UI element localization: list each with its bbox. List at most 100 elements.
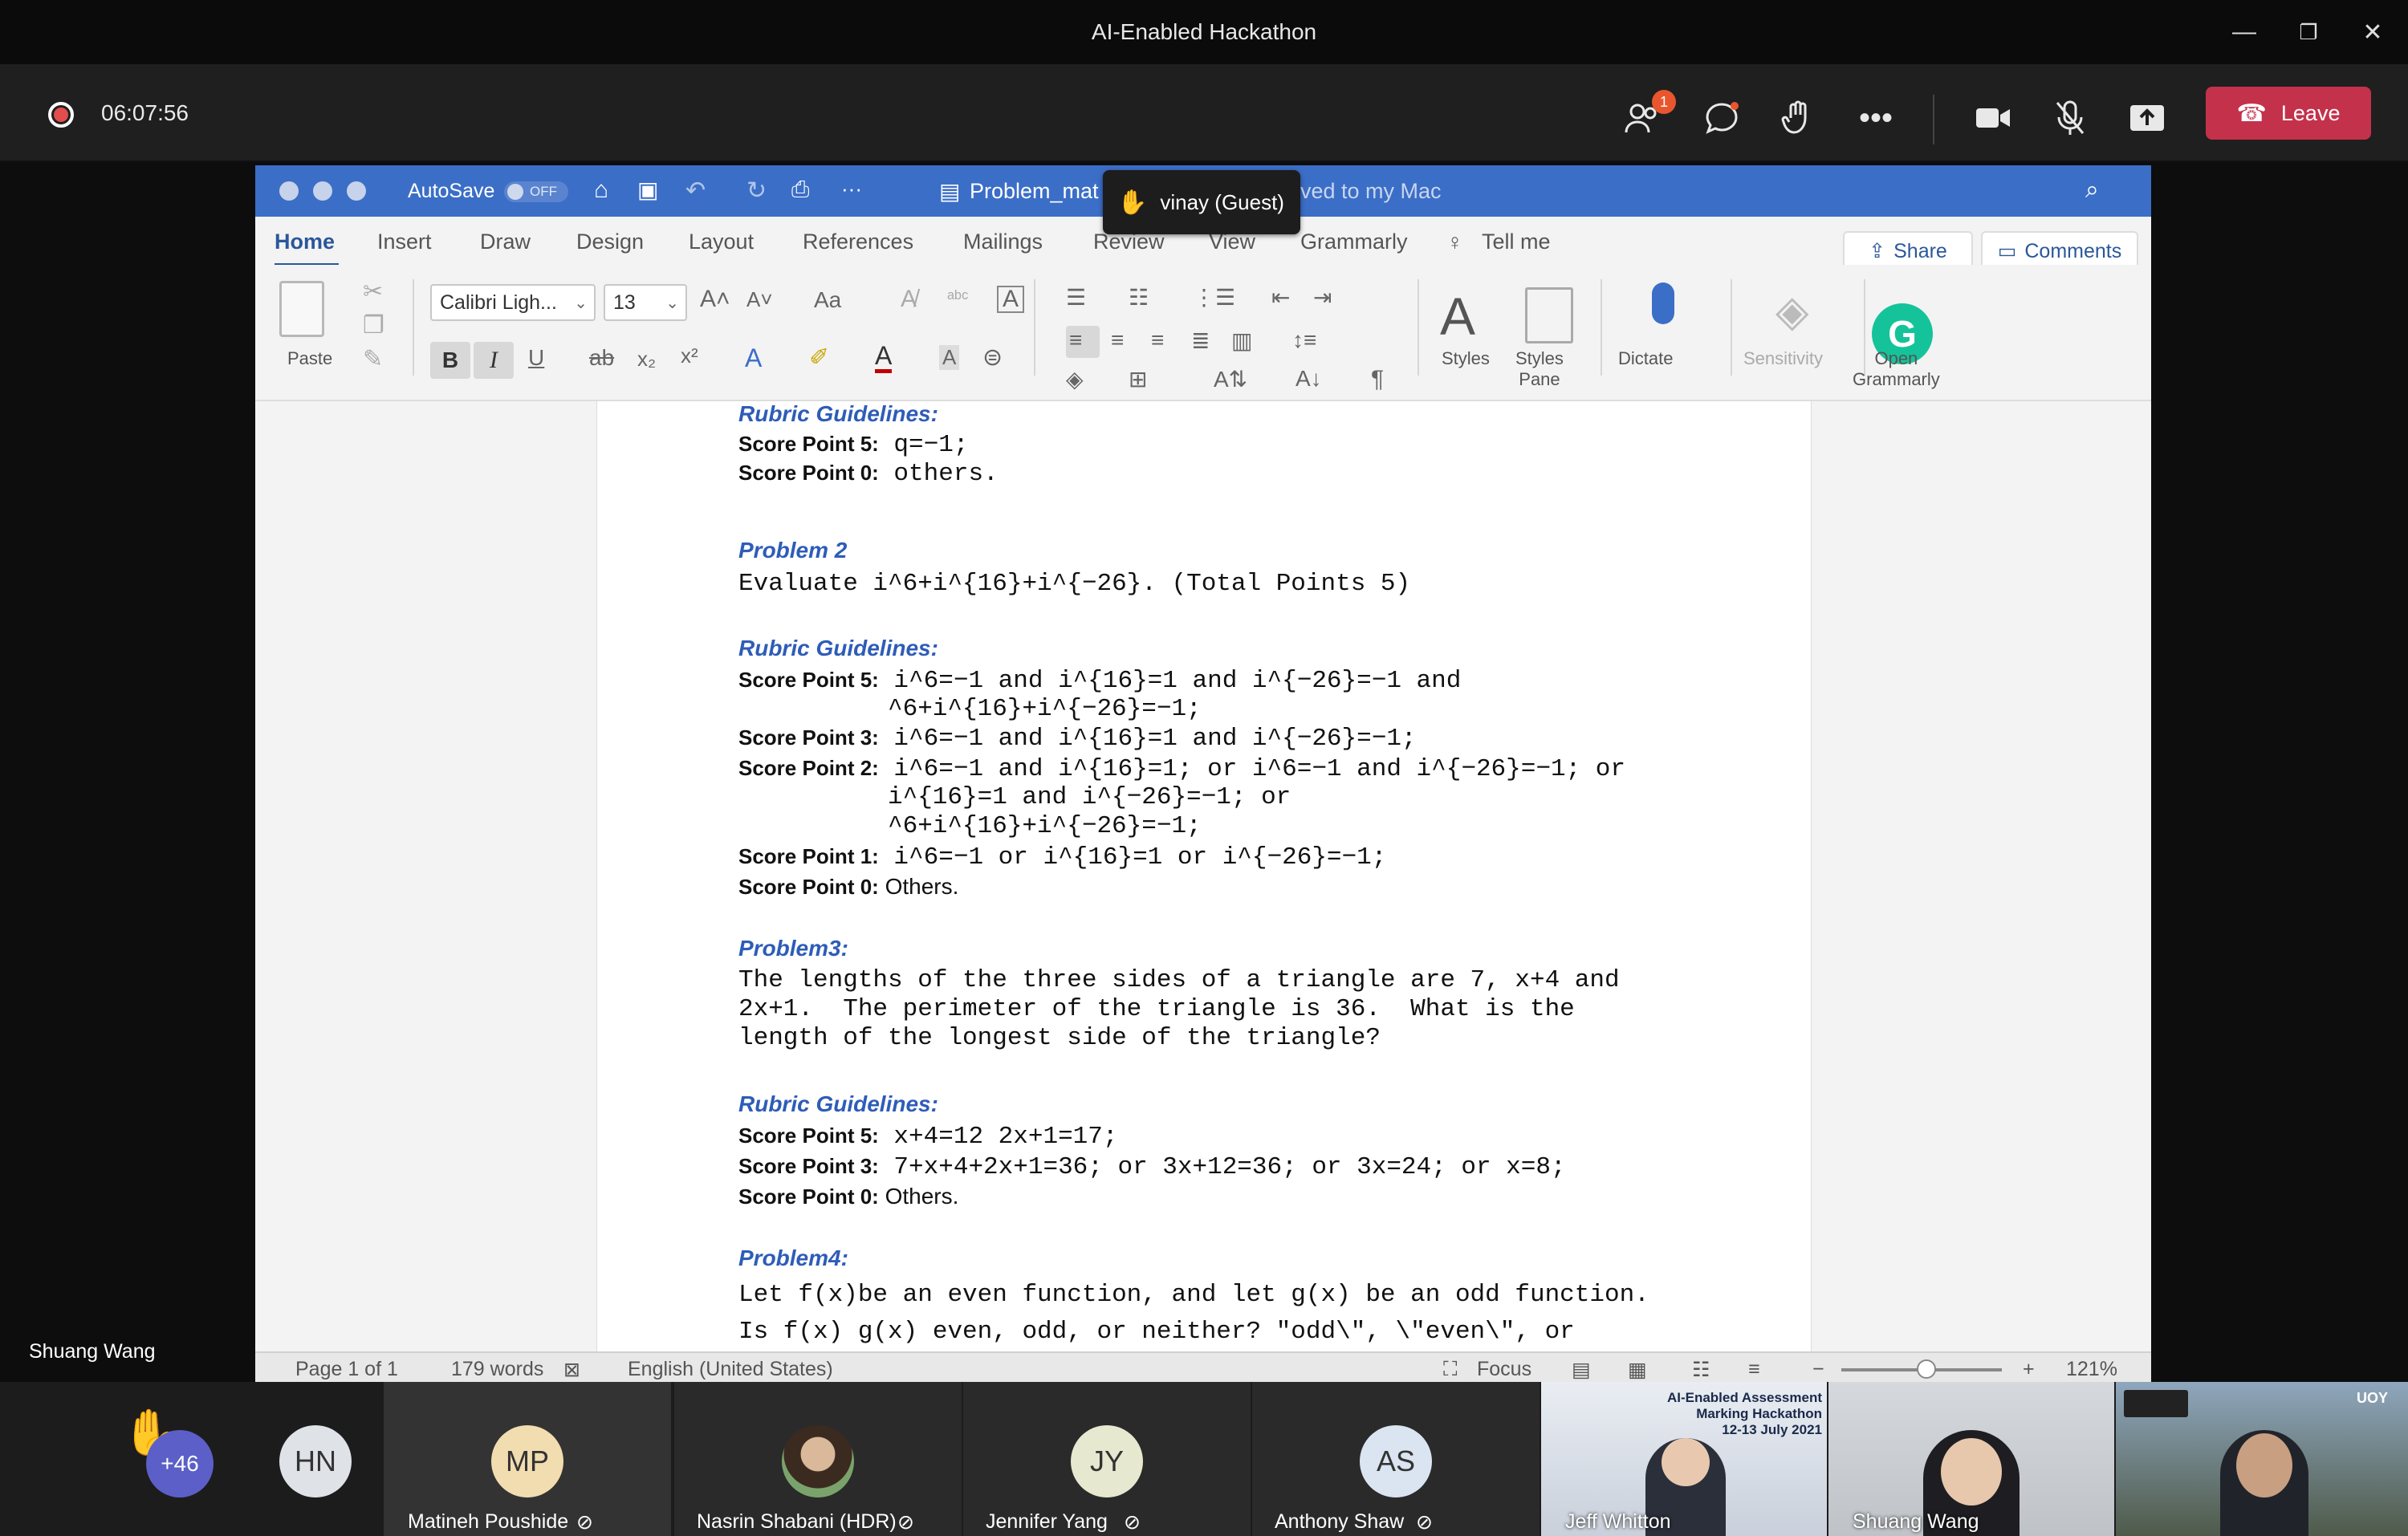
camera-button[interactable]: [1971, 96, 2015, 140]
mac-close-dot[interactable]: [279, 181, 299, 201]
word-count[interactable]: 179 words: [451, 1358, 543, 1381]
tab-design[interactable]: Design: [576, 230, 644, 254]
paste-icon[interactable]: [279, 281, 324, 337]
tab-grammarly[interactable]: Grammarly: [1300, 230, 1408, 254]
zoom-level[interactable]: 121%: [2066, 1358, 2117, 1381]
autosave-toggle[interactable]: OFF: [504, 181, 568, 202]
language[interactable]: English (United States): [628, 1358, 833, 1381]
rubric-heading: Rubric Guidelines:: [738, 401, 938, 426]
bold-button[interactable]: B: [430, 342, 470, 379]
video-tile[interactable]: AI-Enabled Assessment Marking Hackathon …: [1541, 1382, 1827, 1536]
font-color-icon[interactable]: A: [875, 342, 893, 373]
tab-mailings[interactable]: Mailings: [963, 230, 1043, 254]
phonetic-guide-icon[interactable]: ᵃᵇᶜ: [947, 287, 968, 310]
mac-zoom-dot[interactable]: [347, 181, 366, 201]
web-layout-icon[interactable]: ▦: [1628, 1358, 1647, 1382]
shading-icon[interactable]: ◈: [1066, 366, 1084, 392]
score-point-label: Score Point 0:: [738, 461, 879, 485]
superscript-button[interactable]: x²: [681, 343, 698, 368]
close-button[interactable]: ✕: [2341, 0, 2405, 64]
increase-indent-icon[interactable]: ⇥: [1313, 284, 1332, 311]
home-icon[interactable]: ⌂: [594, 177, 608, 204]
outline-icon[interactable]: ☷: [1692, 1358, 1710, 1382]
avatar[interactable]: HN: [279, 1425, 352, 1497]
save-icon[interactable]: ▣: [637, 177, 658, 203]
copy-icon[interactable]: ❐: [363, 311, 384, 339]
styles-pane-icon[interactable]: [1525, 287, 1573, 343]
text-effects-icon[interactable]: A: [745, 343, 762, 373]
focus-button[interactable]: Focus: [1477, 1358, 1531, 1381]
styles-icon[interactable]: A: [1440, 286, 1475, 347]
microphone-icon[interactable]: [1652, 282, 1674, 324]
minimize-button[interactable]: —: [2212, 0, 2276, 64]
cut-icon[interactable]: ✂: [363, 278, 383, 306]
clear-formatting-icon[interactable]: A̸: [901, 286, 917, 313]
font-family-select[interactable]: Calibri Ligh... ⌄: [430, 284, 596, 321]
microphone-button[interactable]: [2048, 96, 2092, 140]
video-tile[interactable]: UOY: [2116, 1382, 2408, 1536]
strikethrough-button[interactable]: ab: [589, 345, 614, 371]
tab-home[interactable]: Home: [275, 230, 335, 254]
draft-icon[interactable]: ≡: [1748, 1358, 1760, 1381]
more-actions-button[interactable]: •••: [1854, 96, 1898, 140]
print-layout-icon[interactable]: ▤: [1572, 1358, 1591, 1382]
document-page[interactable]: Rubric Guidelines: Score Point 5: q=−1; …: [596, 401, 1812, 1351]
sensitivity-icon[interactable]: ◈: [1775, 286, 1809, 336]
subscript-button[interactable]: x₂: [637, 347, 656, 372]
format-painter-icon[interactable]: ✎: [363, 345, 383, 373]
mac-minimize-dot[interactable]: [313, 181, 332, 201]
share-screen-button[interactable]: [2125, 96, 2169, 140]
zoom-out-icon[interactable]: −: [1812, 1358, 1824, 1381]
enclose-characters-icon[interactable]: ⊜: [982, 343, 1003, 372]
bullets-icon[interactable]: ☰: [1066, 284, 1086, 311]
more-participants-avatar[interactable]: +46: [146, 1430, 214, 1497]
participant-tile[interactable]: MP Matineh Poushide ⊘: [384, 1382, 671, 1536]
participant-tile[interactable]: AS Anthony Shaw ⊘: [1252, 1382, 1540, 1536]
italic-button[interactable]: I: [474, 342, 514, 379]
grow-font-icon[interactable]: A˄: [700, 286, 730, 313]
character-border-icon[interactable]: A: [997, 286, 1024, 313]
tab-layout[interactable]: Layout: [689, 230, 754, 254]
participant-tile[interactable]: JY Jennifer Yang ⊘: [963, 1382, 1251, 1536]
align-center-icon[interactable]: ≡: [1111, 327, 1124, 353]
decrease-indent-icon[interactable]: ⇤: [1271, 284, 1290, 311]
tab-references[interactable]: References: [803, 230, 913, 254]
character-shading-icon[interactable]: A: [939, 345, 960, 370]
redo-icon[interactable]: ↻: [746, 177, 767, 205]
participant-tile[interactable]: Nasrin Shabani (HDR) ⊘: [674, 1382, 962, 1536]
tab-draw[interactable]: Draw: [480, 230, 531, 254]
restore-button[interactable]: ❐: [2276, 0, 2341, 64]
chat-button[interactable]: [1700, 96, 1743, 140]
highlight-icon[interactable]: ✐: [809, 343, 829, 372]
zoom-slider-handle[interactable]: [1917, 1359, 1936, 1379]
ribbon-divider: [1601, 279, 1602, 376]
multilevel-list-icon[interactable]: ⋮☰: [1193, 284, 1235, 311]
print-icon[interactable]: ⎙: [791, 177, 809, 203]
leave-button[interactable]: ☎ Leave: [2206, 87, 2371, 140]
change-case-icon[interactable]: Aa: [814, 287, 841, 313]
page-count[interactable]: Page 1 of 1: [295, 1358, 398, 1381]
video-tile[interactable]: Shuang Wang: [1828, 1382, 2114, 1536]
document-title[interactable]: Problem_mat: [970, 179, 1099, 204]
proofing-icon[interactable]: ⊠: [563, 1358, 580, 1382]
sort-icon[interactable]: A↓: [1296, 366, 1322, 392]
search-icon[interactable]: ⌕: [2085, 177, 2099, 204]
asian-layout-icon[interactable]: A⇅: [1214, 366, 1247, 392]
numbering-icon[interactable]: ☷: [1129, 284, 1149, 311]
more-icon[interactable]: ···: [841, 177, 862, 201]
tab-insert[interactable]: Insert: [377, 230, 432, 254]
tell-me-search[interactable]: Tell me: [1482, 230, 1551, 254]
shrink-font-icon[interactable]: A˅: [746, 287, 773, 312]
line-spacing-icon[interactable]: ↕≡: [1292, 327, 1316, 353]
columns-icon[interactable]: ▥: [1231, 327, 1252, 354]
show-formatting-icon[interactable]: ¶: [1371, 366, 1384, 393]
justify-icon[interactable]: ≣: [1191, 327, 1210, 354]
comment-icon: ▭: [1997, 240, 2017, 262]
font-size-select[interactable]: 13 ⌄: [604, 284, 687, 321]
align-right-icon[interactable]: ≡: [1151, 327, 1164, 353]
undo-icon[interactable]: ↶: [685, 177, 706, 205]
underline-button[interactable]: U: [528, 345, 544, 371]
zoom-in-icon[interactable]: +: [2023, 1358, 2035, 1381]
borders-icon[interactable]: ⊞: [1129, 366, 1147, 392]
reactions-button[interactable]: [1777, 96, 1820, 140]
